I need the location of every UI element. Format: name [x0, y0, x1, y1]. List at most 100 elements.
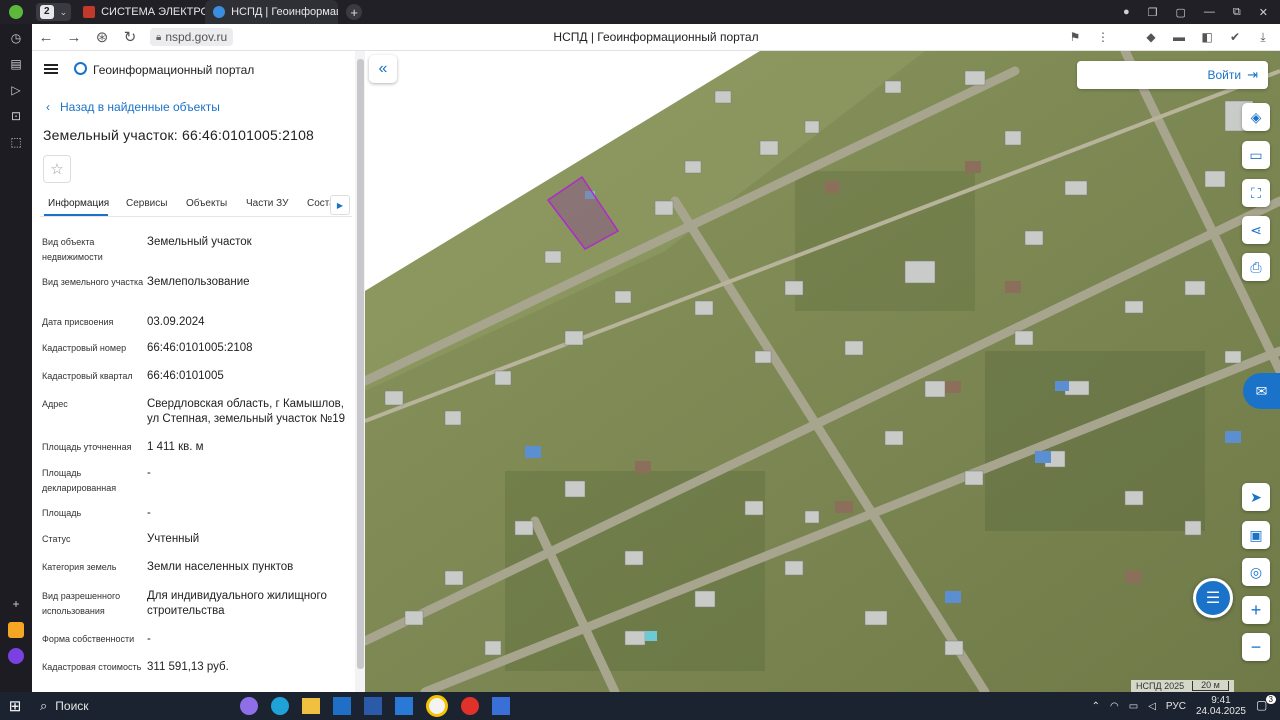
- assistant-tab-button[interactable]: ✉: [1243, 373, 1280, 409]
- new-tab-button[interactable]: +: [346, 4, 363, 20]
- protect-shield-icon[interactable]: ⊛: [88, 24, 116, 51]
- attribute-value: 66:46:0101005: [147, 370, 224, 382]
- more-menu-icon[interactable]: ⋮: [1092, 27, 1114, 47]
- extension-icon[interactable]: ✔: [1224, 27, 1246, 47]
- minimap-button[interactable]: ▣: [1242, 521, 1270, 549]
- map-attribution: НСПД 2025 20 м: [1131, 680, 1234, 692]
- add-sidebar-icon[interactable]: +: [8, 596, 24, 612]
- tab-services[interactable]: Сервисы: [126, 198, 167, 209]
- network-icon[interactable]: ▭: [1129, 701, 1138, 712]
- zoom-out-button[interactable]: −: [1242, 633, 1270, 661]
- history-icon[interactable]: ◷: [8, 30, 24, 46]
- mail-app-icon[interactable]: [8, 622, 24, 638]
- geolocation-button[interactable]: ◎: [1242, 558, 1270, 586]
- chevron-left-icon: ‹: [46, 100, 50, 114]
- alice-icon[interactable]: [8, 648, 24, 664]
- store-icon[interactable]: [492, 697, 510, 715]
- screenshot-icon[interactable]: ⬚: [8, 134, 24, 150]
- restore-icon[interactable]: ⧉: [1233, 6, 1241, 19]
- edge-icon[interactable]: [271, 697, 289, 715]
- tab-group-switcher[interactable]: 2 ⌄: [36, 3, 72, 21]
- support-chat-button[interactable]: ☰: [1193, 578, 1233, 618]
- collections-icon[interactable]: ❐: [1148, 6, 1158, 19]
- extension-icon[interactable]: ◧: [1196, 27, 1218, 47]
- attribute-row: Дата присвоения 03.09.2024: [42, 315, 347, 330]
- download-icon[interactable]: ⤓: [1252, 27, 1274, 47]
- app-icon[interactable]: [395, 697, 413, 715]
- hamburger-menu-icon[interactable]: [44, 64, 58, 74]
- map-copyright: НСПД 2025: [1136, 681, 1185, 691]
- navigation-arrow-icon: ➤: [1250, 488, 1262, 505]
- attribute-label: Статус: [42, 534, 71, 544]
- yandex-browser-icon[interactable]: [426, 695, 448, 717]
- bookmark-icon[interactable]: ⚑: [1064, 27, 1086, 47]
- extension-icon[interactable]: ◆: [1140, 27, 1162, 47]
- start-button[interactable]: ⊞: [0, 692, 30, 720]
- tab-sistema[interactable]: СИСТЕМА ЭЛЕКТРОННО: [75, 0, 205, 24]
- share-button[interactable]: ⋖: [1242, 216, 1270, 244]
- tabs-scroll-right-icon[interactable]: ▶: [330, 195, 350, 215]
- panel-scrollbar[interactable]: [355, 51, 365, 692]
- outlook-icon[interactable]: [333, 697, 351, 715]
- url-text: nspd.gov.ru: [165, 30, 228, 44]
- search-icon: ⌕: [40, 698, 48, 713]
- wifi-icon[interactable]: ◠: [1110, 701, 1119, 712]
- attribute-label: Вид разрешенного использования: [42, 591, 121, 616]
- attribute-value: 03.09.2024: [147, 316, 205, 328]
- collapse-panel-button[interactable]: «: [369, 55, 397, 83]
- attribute-label: Площадь декларированная: [42, 468, 117, 493]
- play-icon[interactable]: ▷: [8, 82, 24, 98]
- notifications-button[interactable]: ▢ 3: [1256, 695, 1276, 714]
- clock[interactable]: 9:41 24.04.2025: [1196, 695, 1246, 717]
- login-icon: ⇥: [1247, 67, 1258, 82]
- favorite-star-icon[interactable]: ☆: [43, 155, 71, 183]
- print-button[interactable]: ⎙: [1242, 253, 1270, 281]
- ruler-icon: ▭: [1249, 146, 1263, 163]
- attribute-row: Форма собственности -: [42, 632, 347, 647]
- file-explorer-icon[interactable]: [302, 698, 320, 714]
- attribute-value: Для индивидуального жилищного строительс…: [147, 590, 327, 617]
- login-button[interactable]: Войти ⇥: [1077, 61, 1268, 89]
- select-area-button[interactable]: ⛶: [1242, 179, 1270, 207]
- url-field[interactable]: 🔒︎ nspd.gov.ru: [150, 28, 234, 46]
- tab-land-parts[interactable]: Части ЗУ: [246, 198, 288, 209]
- reload-icon[interactable]: ↻: [116, 24, 144, 51]
- language-indicator[interactable]: РУС: [1166, 701, 1186, 712]
- tab-information[interactable]: Информация: [48, 198, 109, 209]
- attribute-value: -: [147, 467, 151, 479]
- close-window-icon[interactable]: ✕: [1259, 6, 1268, 19]
- notes-icon[interactable]: ▤: [8, 56, 24, 72]
- app-icon[interactable]: [240, 697, 258, 715]
- ruler-button[interactable]: ▭: [1242, 141, 1270, 169]
- volume-icon[interactable]: ◁: [1148, 701, 1156, 712]
- protect-icon[interactable]: ●: [1123, 6, 1130, 19]
- attribute-row: Вид земельного участка Землепользование: [42, 275, 347, 290]
- attribute-value: 311 591,13 руб.: [147, 661, 229, 673]
- forward-icon[interactable]: →: [60, 24, 88, 51]
- tab-objects[interactable]: Объекты: [186, 198, 227, 209]
- layers-icon: ◈: [1250, 108, 1262, 125]
- zoom-in-button[interactable]: +: [1242, 596, 1270, 624]
- browser-logo[interactable]: [0, 0, 32, 24]
- locate-me-button[interactable]: ➤: [1242, 483, 1270, 511]
- share-icon: ⋖: [1250, 221, 1262, 238]
- map-scale: 20 м: [1192, 681, 1229, 691]
- tab-group-icon[interactable]: ⊡: [8, 108, 24, 124]
- attribute-value: Земли населенных пунктов: [147, 561, 294, 573]
- attribute-value: 66:46:0101005:2108: [147, 342, 253, 354]
- word-icon[interactable]: [364, 697, 382, 715]
- minimize-icon[interactable]: —: [1204, 6, 1215, 19]
- notification-badge: 3: [1265, 695, 1276, 704]
- windows-logo-icon: ⊞: [8, 698, 22, 715]
- yandex-icon[interactable]: [461, 697, 479, 715]
- taskbar-search[interactable]: ⌕ Поиск: [30, 692, 220, 720]
- bookmarks-icon[interactable]: ▢: [1176, 6, 1186, 19]
- back-icon[interactable]: ←: [32, 24, 60, 51]
- panel-scrollbar-thumb[interactable]: [357, 59, 364, 669]
- back-to-results-link[interactable]: ‹ Назад в найденные объекты: [46, 100, 220, 114]
- satellite-map[interactable]: « Войти ⇥ ◈ ▭ ⛶ ⋖ ⎙ ✉ ➤ ▣ ◎ + − ☰ НСПД 2…: [365, 51, 1280, 692]
- extension-icon[interactable]: ▬: [1168, 27, 1190, 47]
- layers-button[interactable]: ◈: [1242, 103, 1270, 131]
- tray-chevron-icon[interactable]: ⌃: [1092, 701, 1100, 712]
- tab-nspd[interactable]: НСПД | Геоинформаци ✕: [205, 0, 339, 24]
